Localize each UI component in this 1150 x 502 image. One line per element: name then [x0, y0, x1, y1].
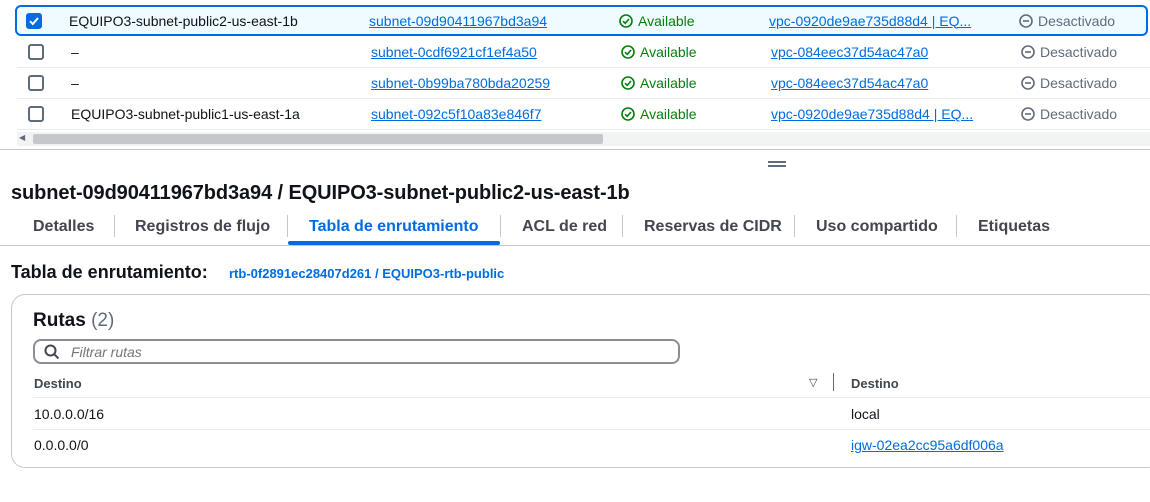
block-label: Desactivado: [1040, 44, 1118, 60]
tab-separator: [287, 215, 288, 237]
subnet-name: EQUIPO3-subnet-public1-us-east-1a: [71, 106, 300, 122]
state-label: Available: [640, 44, 697, 60]
row-divider: [33, 429, 1150, 430]
minus-circle-icon: [1021, 76, 1035, 90]
active-tab-indicator: [288, 241, 500, 245]
subnet-id-link[interactable]: subnet-0b99ba780bda20259: [371, 75, 550, 91]
page-title: subnet-09d90411967bd3a94 / EQUIPO3-subne…: [11, 182, 630, 204]
route-table-heading: Tabla de enrutamiento:: [11, 262, 208, 282]
minus-circle-icon: [1021, 107, 1035, 121]
subnet-table: EQUIPO3-subnet-public2-us-east-1b subnet…: [0, 0, 1150, 150]
state-label: Available: [640, 75, 697, 91]
table-row[interactable]: EQUIPO3-subnet-public2-us-east-1b subnet…: [15, 5, 1148, 36]
subnet-id-link[interactable]: subnet-09d90411967bd3a94: [369, 13, 547, 29]
scrollbar-thumb[interactable]: [33, 134, 603, 144]
tab-cidr-reservations[interactable]: Reservas de CIDR: [644, 218, 782, 236]
row-checkbox[interactable]: [28, 75, 44, 91]
tab-network-acl[interactable]: ACL de red: [522, 218, 607, 236]
subnet-state: Available: [621, 75, 697, 91]
tab-sharing[interactable]: Uso compartido: [816, 218, 938, 236]
tab-flow-logs[interactable]: Registros de flujo: [135, 218, 270, 236]
route-destination: 0.0.0.0/0: [34, 437, 89, 453]
block-status: Desactivado: [1021, 44, 1117, 60]
tab-separator: [956, 215, 957, 237]
block-label: Desactivado: [1040, 106, 1118, 122]
minus-circle-icon: [1021, 45, 1035, 59]
column-header-destination[interactable]: Destino: [34, 376, 82, 391]
split-panel-divider: [0, 149, 1150, 150]
block-label: Desactivado: [1038, 12, 1116, 29]
row-checkbox[interactable]: [28, 106, 44, 122]
tab-separator: [622, 215, 623, 237]
route-target-link[interactable]: igw-02ea2cc95a6df006a: [851, 437, 1004, 453]
sort-down-icon[interactable]: ▽: [809, 376, 817, 389]
subnet-state: Available: [619, 13, 695, 29]
tab-separator: [794, 215, 795, 237]
table-row[interactable]: EQUIPO3-subnet-public1-us-east-1a subnet…: [17, 99, 1150, 130]
horizontal-scrollbar[interactable]: ◀: [17, 132, 1150, 146]
row-divider: [33, 397, 1150, 398]
check-circle-icon: [621, 76, 635, 90]
table-row[interactable]: – subnet-0cdf6921cf1ef4a50 Available vpc…: [17, 37, 1150, 68]
table-row[interactable]: – subnet-0b99ba780bda20259 Available vpc…: [17, 68, 1150, 99]
row-checkbox[interactable]: [26, 12, 42, 29]
subnet-state: Available: [621, 106, 697, 122]
block-label: Desactivado: [1040, 75, 1118, 91]
subnet-name: –: [71, 75, 79, 91]
tab-details[interactable]: Detalles: [33, 218, 94, 236]
column-resizer[interactable]: [833, 373, 834, 391]
minus-circle-icon: [1019, 13, 1033, 28]
route-target: local: [851, 406, 880, 422]
search-icon: [44, 344, 60, 360]
check-circle-icon: [621, 107, 635, 121]
subnet-state: Available: [621, 44, 697, 60]
column-header-target[interactable]: Destino: [851, 376, 899, 391]
filter-routes-input[interactable]: [71, 343, 661, 361]
subnet-name: EQUIPO3-subnet-public2-us-east-1b: [69, 12, 298, 29]
subnet-id-link[interactable]: subnet-0cdf6921cf1ef4a50: [371, 44, 537, 60]
routes-title: Rutas (2): [33, 310, 114, 332]
tab-separator: [114, 215, 115, 237]
resize-handle-icon[interactable]: [768, 161, 786, 167]
tabs-underline: [0, 245, 1150, 246]
check-circle-icon: [621, 45, 635, 59]
block-status: Desactivado: [1021, 106, 1117, 122]
block-status: Desactivado: [1019, 13, 1115, 29]
tab-route-table[interactable]: Tabla de enrutamiento: [309, 218, 479, 236]
tab-separator: [500, 215, 501, 237]
row-checkbox[interactable]: [28, 44, 44, 60]
routes-title-label: Rutas: [33, 310, 86, 331]
block-status: Desactivado: [1021, 75, 1117, 91]
state-label: Available: [638, 12, 695, 29]
routes-count: (2): [91, 310, 115, 331]
tab-tags[interactable]: Etiquetas: [978, 218, 1050, 236]
checkmark-icon: [29, 16, 39, 25]
state-label: Available: [640, 106, 697, 122]
subnet-id-link[interactable]: subnet-092c5f10a83e846f7: [371, 106, 541, 122]
vpc-link[interactable]: vpc-0920de9ae735d88d4 | EQ...: [769, 13, 971, 29]
route-table-link[interactable]: rtb-0f2891ec28407d261 / EQUIPO3-rtb-publ…: [229, 266, 504, 281]
scroll-left-icon[interactable]: ◀: [19, 133, 25, 142]
route-destination: 10.0.0.0/16: [34, 406, 105, 422]
subnet-name: –: [71, 44, 79, 60]
vpc-link[interactable]: vpc-0920de9ae735d88d4 | EQ...: [771, 106, 973, 122]
check-circle-icon: [619, 13, 633, 28]
filter-routes-field[interactable]: [33, 339, 680, 364]
vpc-link[interactable]: vpc-084eec37d54ac47a0: [771, 44, 928, 60]
vpc-link[interactable]: vpc-084eec37d54ac47a0: [771, 75, 928, 91]
